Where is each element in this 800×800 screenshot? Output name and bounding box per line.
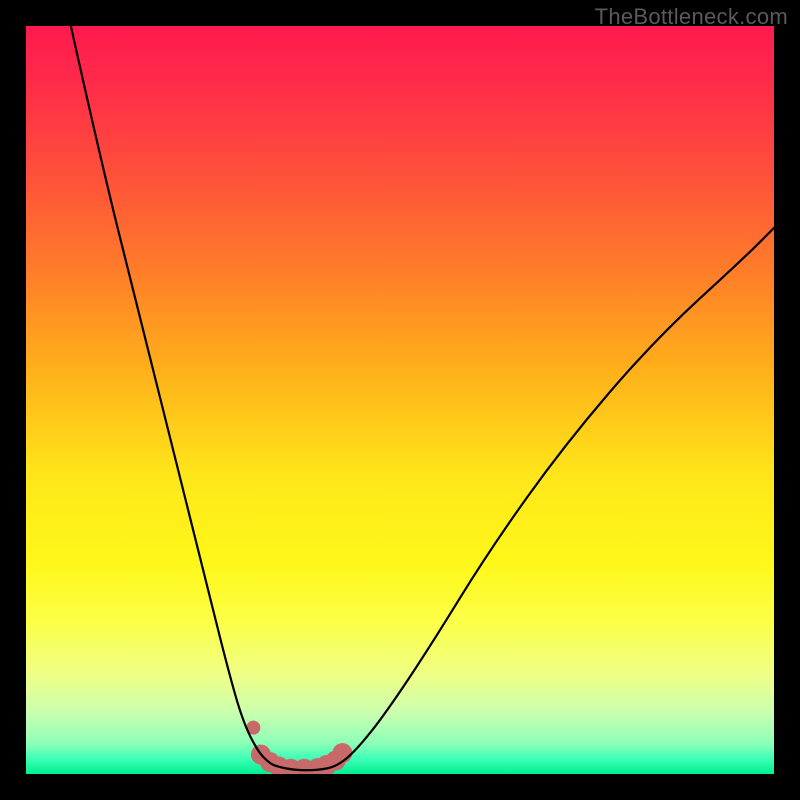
watermark-text: TheBottleneck.com: [595, 4, 788, 30]
bottleneck-curve: [71, 26, 774, 770]
chart-svg: [26, 26, 774, 774]
chart-plot-area: [26, 26, 774, 774]
marker-dot: [332, 743, 352, 763]
